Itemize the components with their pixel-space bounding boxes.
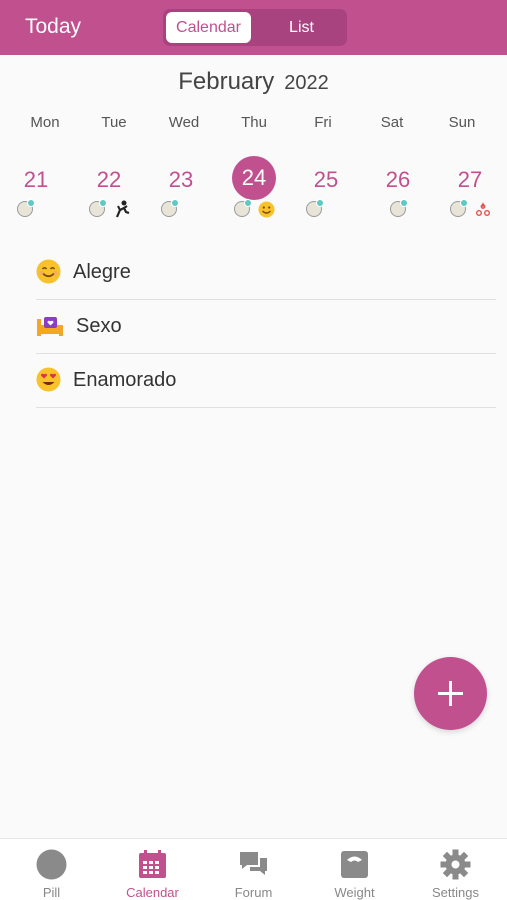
weekday-wed: Wed (168, 114, 200, 131)
calendar-icon (139, 850, 166, 878)
pill-icon (89, 199, 107, 217)
activity-icon (115, 200, 130, 218)
weekday-sat: Sat (380, 114, 404, 131)
heart-eyes-face-icon (36, 367, 61, 392)
entry-enamorado[interactable]: Enamorado (36, 354, 496, 408)
pill-icon (450, 199, 468, 217)
tab-bar: Pill Calendar Forum Weight Settings (0, 838, 507, 900)
segment-list[interactable]: List (259, 12, 344, 43)
weekday-sun: Sun (448, 114, 476, 131)
day-22[interactable]: 22 (86, 160, 132, 200)
tab-label: Calendar (126, 885, 179, 900)
entry-label: Enamorado (73, 369, 177, 391)
day-25[interactable]: 25 (303, 160, 349, 200)
month-header: February 2022 (0, 68, 507, 96)
pill-icon (17, 199, 35, 217)
day-23[interactable]: 23 (158, 160, 204, 200)
weekday-fri: Fri (314, 114, 332, 131)
entry-label: Alegre (73, 261, 131, 283)
gear-icon (440, 849, 471, 880)
entry-label: Sexo (76, 315, 122, 337)
tab-label: Settings (432, 885, 479, 900)
entry-alegre[interactable]: Alegre (36, 246, 496, 300)
pill-icon (234, 199, 252, 217)
blood-drops-icon (476, 202, 490, 216)
tab-calendar[interactable]: Calendar (102, 839, 203, 900)
entry-sexo[interactable]: Sexo (36, 300, 496, 354)
bed-heart-icon (37, 317, 63, 336)
day-24-selected[interactable]: 24 (232, 156, 276, 200)
day-21[interactable]: 21 (13, 160, 59, 200)
tab-label: Forum (234, 885, 273, 900)
today-button[interactable]: Today (25, 15, 81, 39)
weekday-tue: Tue (101, 114, 127, 131)
tab-label: Weight (334, 885, 375, 900)
tab-settings[interactable]: Settings (405, 839, 506, 900)
pill-icon (161, 199, 179, 217)
day-26[interactable]: 26 (375, 160, 421, 200)
pill-icon (390, 199, 408, 217)
pill-circle-icon (36, 849, 67, 880)
month-name: February (178, 68, 275, 95)
tab-label: Pill (42, 885, 61, 900)
segment-calendar[interactable]: Calendar (166, 12, 251, 43)
weekday-thu: Thu (241, 114, 267, 131)
top-bar: Today Calendar List (0, 0, 507, 55)
year-label: 2022 (284, 72, 329, 94)
tab-pill[interactable]: Pill (1, 839, 102, 900)
chat-bubbles-icon (240, 852, 267, 875)
scale-icon (341, 851, 368, 878)
tab-weight[interactable]: Weight (304, 839, 405, 900)
day-27[interactable]: 27 (447, 160, 493, 200)
happy-face-icon (258, 201, 275, 218)
add-entry-button[interactable] (414, 657, 487, 730)
view-segmented-control: Calendar List (163, 9, 347, 46)
pill-icon (306, 199, 324, 217)
tab-forum[interactable]: Forum (203, 839, 304, 900)
weekday-mon: Mon (30, 114, 60, 131)
happy-face-icon (36, 259, 61, 284)
